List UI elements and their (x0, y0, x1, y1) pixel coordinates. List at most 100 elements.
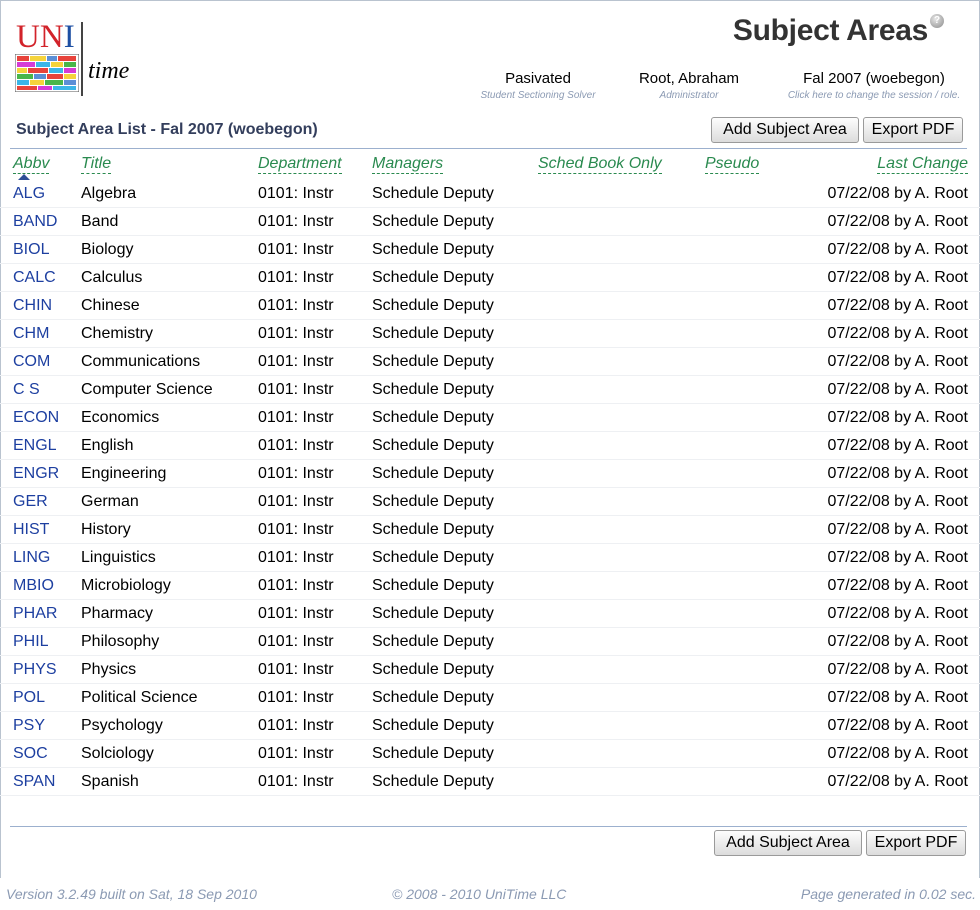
cell-department: 0101: Instr (258, 297, 334, 314)
table-row[interactable]: PSY Psychology 0101: Instr Schedule Deputy 0… (0, 712, 980, 740)
cell-abbv[interactable]: BAND (13, 213, 57, 231)
cell-title: Calculus (81, 269, 143, 286)
cell-department: 0101: Instr (258, 577, 334, 594)
user-name: Root, Abraham (638, 70, 740, 87)
cell-managers: Schedule Deputy (372, 325, 494, 342)
cell-abbv[interactable]: LING (13, 549, 50, 567)
cell-title: Spanish (81, 773, 139, 790)
cell-abbv[interactable]: MBIO (13, 577, 54, 595)
cell-last-change: 07/22/08 by A. Root (827, 493, 968, 510)
cell-abbv[interactable]: SPAN (13, 773, 55, 791)
cell-abbv[interactable]: SOC (13, 745, 48, 763)
cell-last-change: 07/22/08 by A. Root (827, 241, 968, 258)
cell-department: 0101: Instr (258, 185, 334, 202)
table-row[interactable]: BIOL Biology 0101: Instr Schedule Deputy 07/… (0, 236, 980, 264)
table-row[interactable]: HIST History 0101: Instr Schedule Deputy 07/… (0, 516, 980, 544)
export-pdf-button-top[interactable]: Export PDF (863, 117, 963, 143)
cell-last-change: 07/22/08 by A. Root (827, 437, 968, 454)
table-row[interactable]: GER German 0101: Instr Schedule Deputy 07/22… (0, 488, 980, 516)
cell-last-change: 07/22/08 by A. Root (827, 773, 968, 790)
cell-managers: Schedule Deputy (372, 213, 494, 230)
cell-last-change: 07/22/08 by A. Root (827, 381, 968, 398)
cell-department: 0101: Instr (258, 269, 334, 286)
table-row[interactable]: SPAN Spanish 0101: Instr Schedule Deputy 07/… (0, 768, 980, 796)
cell-abbv[interactable]: PHYS (13, 661, 57, 679)
table-row[interactable]: CHM Chemistry 0101: Instr Schedule Deputy 07… (0, 320, 980, 348)
column-header-abbv[interactable]: Abbv (13, 154, 50, 174)
cell-abbv[interactable]: CHIN (13, 297, 52, 315)
cell-abbv[interactable]: C S (13, 381, 40, 399)
table-row[interactable]: PHAR Pharmacy 0101: Instr Schedule Deputy 07… (0, 600, 980, 628)
table-row[interactable]: SOC Solciology 0101: Instr Schedule Deputy 0… (0, 740, 980, 768)
cell-managers: Schedule Deputy (372, 381, 494, 398)
table-row[interactable]: POL Political Science 0101: Instr Schedule … (0, 684, 980, 712)
cell-managers: Schedule Deputy (372, 521, 494, 538)
column-header-department[interactable]: Department (258, 154, 342, 174)
cell-title: English (81, 437, 134, 454)
table-row[interactable]: CALC Calculus 0101: Instr Schedule Deputy 07… (0, 264, 980, 292)
cell-title: Political Science (81, 689, 198, 706)
column-header-title[interactable]: Title (81, 154, 112, 174)
table-row[interactable]: ECON Economics 0101: Instr Schedule Deputy 0… (0, 404, 980, 432)
table-row[interactable]: ENGL English 0101: Instr Schedule Deputy 07/… (0, 432, 980, 460)
table-row[interactable]: MBIO Microbiology 0101: Instr Schedule Depu… (0, 572, 980, 600)
cell-abbv[interactable]: ECON (13, 409, 59, 427)
add-subject-area-button-bottom[interactable]: Add Subject Area (714, 830, 862, 856)
cell-last-change: 07/22/08 by A. Root (827, 213, 968, 230)
table-row[interactable]: CHIN Chinese 0101: Instr Schedule Deputy 07/… (0, 292, 980, 320)
table-row[interactable]: COM Communications 0101: Instr Schedule Dep… (0, 348, 980, 376)
logo-timetable-graphic (15, 54, 79, 92)
help-icon[interactable]: ? (930, 14, 944, 28)
cell-last-change: 07/22/08 by A. Root (827, 549, 968, 566)
cell-last-change: 07/22/08 by A. Root (827, 717, 968, 734)
table-row[interactable]: BAND Band 0101: Instr Schedule Deputy 07/22/… (0, 208, 980, 236)
column-header-pseudo[interactable]: Pseudo (705, 154, 760, 174)
cell-abbv[interactable]: ALG (13, 185, 45, 203)
cell-department: 0101: Instr (258, 213, 334, 230)
cell-title: Economics (81, 409, 160, 426)
cell-managers: Schedule Deputy (372, 241, 494, 258)
column-header-last-change[interactable]: Last Change (877, 154, 968, 174)
session-selector[interactable]: Fal 2007 (woebegon) Click here to change… (774, 70, 974, 102)
cell-abbv[interactable]: POL (13, 689, 45, 707)
cell-abbv[interactable]: HIST (13, 521, 49, 539)
footer-copyright[interactable]: © 2008 - 2010 UniTime LLC (392, 886, 566, 902)
cell-last-change: 07/22/08 by A. Root (827, 465, 968, 482)
solver-status-label: Student Sectioning Solver (480, 90, 596, 101)
cell-abbv[interactable]: ENGL (13, 437, 57, 455)
cell-title: Biology (81, 241, 134, 258)
cell-title: Pharmacy (81, 605, 154, 622)
cell-abbv[interactable]: PHIL (13, 633, 49, 651)
table-row[interactable]: ENGR Engineering 0101: Instr Schedule Deput… (0, 460, 980, 488)
cell-title: Chemistry (81, 325, 154, 342)
cell-abbv[interactable]: PHAR (13, 605, 57, 623)
cell-abbv[interactable]: BIOL (13, 241, 49, 259)
unitime-logo[interactable]: UNI time (14, 20, 144, 98)
cell-managers: Schedule Deputy (372, 465, 494, 482)
column-header-managers[interactable]: Managers (372, 154, 444, 174)
solver-status[interactable]: Pasivated Student Sectioning Solver (470, 70, 606, 102)
table-row[interactable]: LING Linguistics 0101: Instr Schedule Deput… (0, 544, 980, 572)
cell-abbv[interactable]: CALC (13, 269, 56, 287)
cell-abbv[interactable]: CHM (13, 325, 49, 343)
cell-abbv[interactable]: GER (13, 493, 48, 511)
cell-managers: Schedule Deputy (372, 437, 494, 454)
export-pdf-button-bottom[interactable]: Export PDF (866, 830, 966, 856)
table-row[interactable]: C S Computer Science 0101: Instr Schedule D… (0, 376, 980, 404)
table-row[interactable]: ALG Algebra 0101: Instr Schedule Deputy 07/2… (0, 180, 980, 208)
session-change-hint: Click here to change the session / role. (787, 90, 961, 101)
footer-generated: Page generated in 0.02 sec. (800, 886, 976, 902)
cell-managers: Schedule Deputy (372, 549, 494, 566)
cell-abbv[interactable]: PSY (13, 717, 45, 735)
table-row[interactable]: PHIL Philosophy 0101: Instr Schedule Deputy… (0, 628, 980, 656)
cell-last-change: 07/22/08 by A. Root (827, 297, 968, 314)
add-subject-area-button-top[interactable]: Add Subject Area (711, 117, 859, 143)
cell-abbv[interactable]: ENGR (13, 465, 59, 483)
cell-title: Band (81, 213, 119, 230)
cell-abbv[interactable]: COM (13, 353, 50, 371)
table-row[interactable]: PHYS Physics 0101: Instr Schedule Deputy 07/… (0, 656, 980, 684)
cell-department: 0101: Instr (258, 605, 334, 622)
cell-department: 0101: Instr (258, 325, 334, 342)
cell-managers: Schedule Deputy (372, 773, 494, 790)
column-header-sched-book-only[interactable]: Sched Book Only (538, 154, 662, 174)
